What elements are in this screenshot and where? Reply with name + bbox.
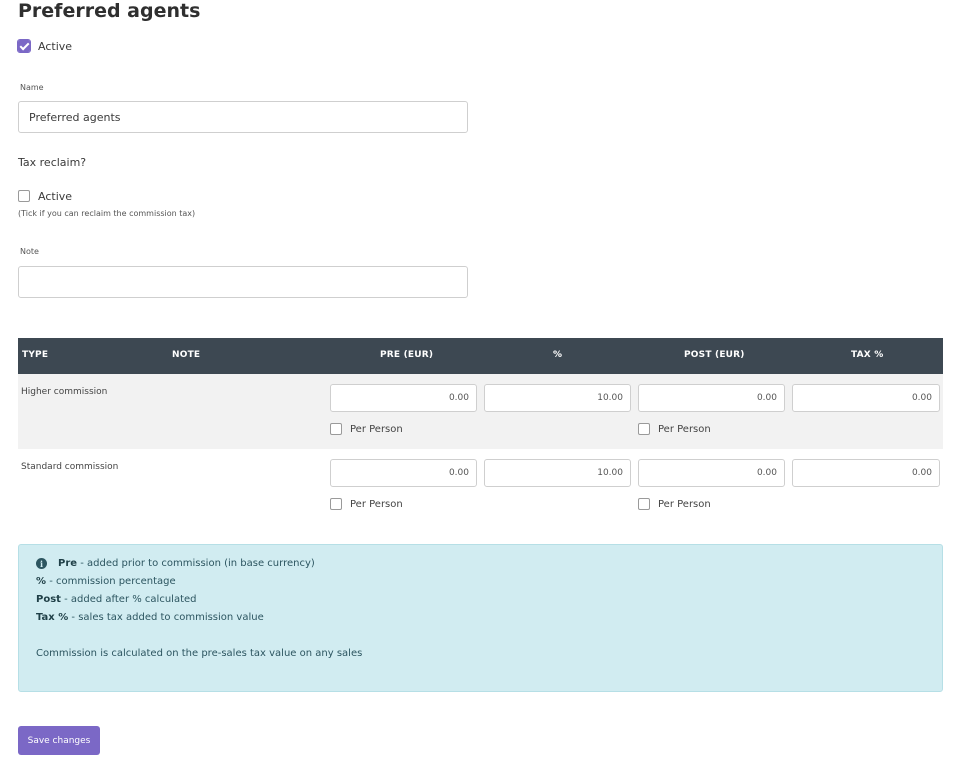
info-post-bold: Post <box>36 594 61 605</box>
tax-reclaim-checkbox[interactable] <box>18 190 30 202</box>
pct-input-standard[interactable]: 10.00 <box>484 459 631 487</box>
info-line-post: Post - added after % calculated <box>36 594 197 605</box>
post-input-higher[interactable]: 0.00 <box>638 384 785 412</box>
note-input[interactable] <box>18 266 468 298</box>
pct-input-higher-value: 10.00 <box>597 393 623 403</box>
tax-reclaim-heading: Tax reclaim? <box>18 156 87 169</box>
info-line-commission-note: Commission is calculated on the pre-sale… <box>36 648 363 659</box>
info-pre-text: - added prior to commission (in base cur… <box>77 558 315 569</box>
info-box: i Pre - added prior to commission (in ba… <box>18 544 943 692</box>
tax-input-higher-value: 0.00 <box>911 393 932 403</box>
tax-input-standard[interactable]: 0.00 <box>792 459 940 487</box>
pre-per-person-checkbox-standard[interactable] <box>330 498 342 510</box>
post-per-person-checkbox-standard[interactable] <box>638 498 650 510</box>
info-line-tax: Tax % - sales tax added to commission va… <box>36 612 264 623</box>
active-checkbox[interactable] <box>18 40 30 52</box>
info-line-pct: % - commission percentage <box>36 576 176 587</box>
pre-input-higher-value: 0.00 <box>448 393 469 403</box>
post-input-standard[interactable]: 0.00 <box>638 459 785 487</box>
pre-per-person-label-standard: Per Person <box>350 499 403 510</box>
header-post: POST (EUR) <box>684 350 745 360</box>
header-tax: TAX % <box>851 350 884 360</box>
header-pct: % <box>553 350 563 360</box>
tax-input-higher[interactable]: 0.00 <box>792 384 940 412</box>
header-type: TYPE <box>22 350 49 360</box>
pre-input-standard-value: 0.00 <box>448 468 469 478</box>
info-pre-bold: Pre <box>58 558 78 569</box>
header-pre: PRE (EUR) <box>380 350 434 360</box>
info-line-pre: Pre - added prior to commission (in base… <box>58 558 315 569</box>
pre-input-higher[interactable]: 0.00 <box>330 384 477 412</box>
pct-input-higher[interactable]: 10.00 <box>484 384 631 412</box>
name-input-value: Preferred agents <box>29 110 121 124</box>
info-post-text: - added after % calculated <box>60 594 197 605</box>
info-pct-text: - commission percentage <box>46 576 176 587</box>
post-per-person-checkbox-higher[interactable] <box>638 423 650 435</box>
info-circle-icon: i <box>36 558 47 569</box>
tax-input-standard-value: 0.00 <box>911 468 932 478</box>
header-note: NOTE <box>172 350 201 360</box>
post-input-higher-value: 0.00 <box>756 393 777 403</box>
pre-per-person-checkbox-higher[interactable] <box>330 423 342 435</box>
info-pct-bold: % <box>36 576 47 587</box>
save-changes-button[interactable]: Save changes <box>18 726 100 755</box>
post-per-person-label-standard: Per Person <box>658 499 711 510</box>
name-field-label: Name <box>20 83 44 92</box>
post-per-person-label-higher: Per Person <box>658 424 711 435</box>
post-input-standard-value: 0.00 <box>756 468 777 478</box>
row-type-higher: Higher commission <box>21 387 108 397</box>
commission-table-header: TYPE NOTE PRE (EUR) % POST (EUR) TAX % <box>18 338 943 374</box>
active-label: Active <box>38 40 73 53</box>
info-tax-bold: Tax % <box>36 612 69 623</box>
tax-reclaim-hint: (Tick if you can reclaim the commission … <box>18 209 196 218</box>
note-field-label: Note <box>20 247 39 256</box>
pre-per-person-label-higher: Per Person <box>350 424 403 435</box>
name-input[interactable]: Preferred agents <box>18 101 468 133</box>
tax-reclaim-checkbox-label: Active <box>38 190 73 203</box>
page-title: Preferred agents <box>18 0 201 22</box>
info-tax-text: - sales tax added to commission value <box>68 612 264 623</box>
pre-input-standard[interactable]: 0.00 <box>330 459 477 487</box>
pct-input-standard-value: 10.00 <box>597 468 623 478</box>
row-type-standard: Standard commission <box>21 462 119 472</box>
